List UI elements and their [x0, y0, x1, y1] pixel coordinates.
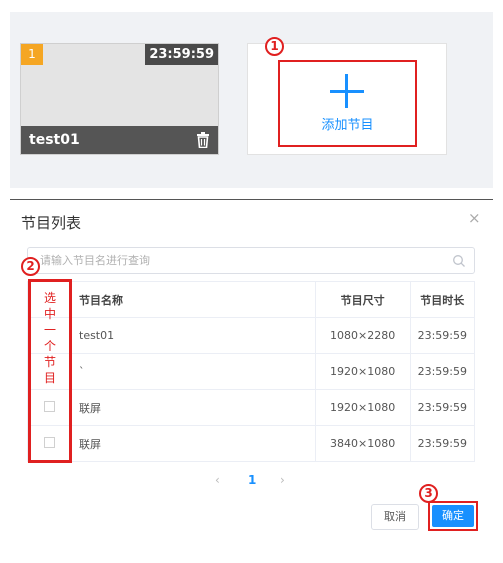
- add-program-button[interactable]: 添加节目: [278, 60, 417, 147]
- column-header-name: 节目名称: [71, 281, 316, 318]
- table-row[interactable]: test01 1080×2280 23:59:59: [27, 317, 476, 354]
- program-card[interactable]: 1 23:59:59 test01: [20, 43, 219, 155]
- row-duration: 23:59:59: [409, 425, 476, 462]
- add-program-box: 添加节目: [247, 43, 447, 155]
- table-row[interactable]: 联屏 1920×1080 23:59:59: [27, 389, 476, 426]
- prev-page-icon[interactable]: ‹: [215, 473, 220, 487]
- add-program-label: 添加节目: [321, 118, 374, 133]
- cancel-button[interactable]: 取消: [371, 504, 419, 530]
- step2-marker: 2: [21, 257, 40, 276]
- row-name: 联屏: [71, 389, 316, 426]
- row-name: `: [71, 353, 316, 390]
- program-card-footer: test01: [21, 126, 218, 154]
- step1-marker: 1: [265, 37, 284, 56]
- search-input[interactable]: 请输入节目名进行查询: [27, 247, 475, 274]
- next-page-icon[interactable]: ›: [280, 473, 285, 487]
- page-number[interactable]: 1: [248, 473, 256, 487]
- divider: [10, 199, 493, 200]
- dialog-title: 节目列表: [21, 214, 82, 232]
- row-size: 1080×2280: [314, 317, 411, 354]
- program-area: 1 23:59:59 test01 添加节目: [10, 12, 493, 188]
- row-size: 1920×1080: [314, 353, 411, 390]
- select-hint: 选中一个节目: [43, 291, 56, 385]
- search-icon[interactable]: [452, 254, 466, 268]
- plus-icon-vertical: [345, 74, 348, 108]
- close-icon[interactable]: ×: [468, 209, 481, 227]
- row-size: 1920×1080: [314, 389, 411, 426]
- program-index-badge: 1: [21, 44, 43, 65]
- trash-icon[interactable]: [196, 132, 210, 148]
- table-header-row: 节目名称 节目尺寸 节目时长: [27, 281, 476, 318]
- table-row[interactable]: 联屏 3840×1080 23:59:59: [27, 425, 476, 462]
- table-row[interactable]: ` 1920×1080 23:59:59: [27, 353, 476, 390]
- column-header-duration: 节目时长: [409, 281, 476, 318]
- program-name: test01: [29, 132, 80, 148]
- program-table: 节目名称 节目尺寸 节目时长 test01 1080×2280 23:59:59…: [27, 281, 476, 462]
- confirm-highlight: 确定: [428, 501, 478, 531]
- column-header-size: 节目尺寸: [314, 281, 411, 318]
- row-duration: 23:59:59: [409, 389, 476, 426]
- row-size: 3840×1080: [314, 425, 411, 462]
- select-column-highlight: 选中一个节目: [28, 279, 72, 463]
- program-duration-badge: 23:59:59: [145, 44, 218, 65]
- row-name: test01: [71, 317, 316, 354]
- search-placeholder: 请输入节目名进行查询: [40, 254, 150, 267]
- row-duration: 23:59:59: [409, 317, 476, 354]
- row-name: 联屏: [71, 425, 316, 462]
- row-duration: 23:59:59: [409, 353, 476, 390]
- confirm-button[interactable]: 确定: [432, 505, 474, 527]
